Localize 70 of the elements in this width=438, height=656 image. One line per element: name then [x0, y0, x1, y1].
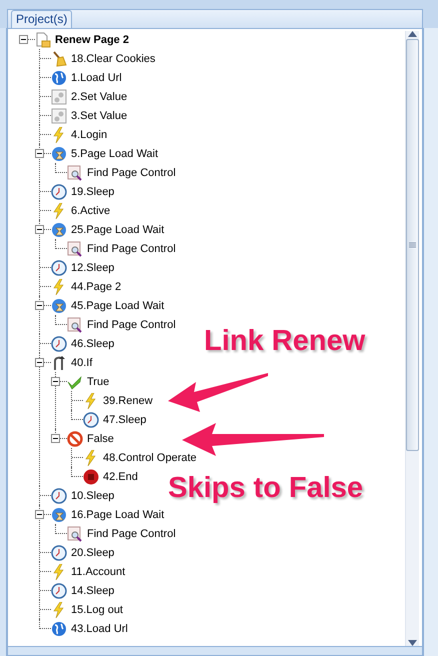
collapse-icon[interactable] [51, 377, 60, 386]
grip-icon [409, 242, 416, 248]
globe-hourglass-icon [51, 506, 67, 522]
tree-item[interactable]: 45.Page Load Wait [71, 300, 164, 312]
tree-item[interactable]: 43.Load Url [71, 622, 128, 634]
tree-item[interactable]: 14.Sleep [71, 584, 114, 596]
tree-item[interactable]: 39.Renew [103, 394, 153, 406]
clock-icon [51, 544, 67, 560]
annotation-text: Link Renew [204, 325, 366, 358]
tree-item[interactable]: Find Page Control [87, 242, 176, 254]
tree-item[interactable]: 11.Account [71, 566, 126, 578]
clock-icon [51, 488, 67, 504]
magnifier-page-icon [67, 316, 83, 332]
clock-icon [51, 184, 67, 200]
tree-item[interactable]: 46.Sleep [71, 338, 114, 350]
tree-item[interactable]: 19.Sleep [71, 186, 114, 198]
stop-icon [83, 468, 99, 484]
collapse-icon[interactable] [51, 434, 60, 443]
clock-icon [51, 260, 67, 276]
annotation-text: Skips to False [168, 472, 364, 505]
panel-tab[interactable]: Project(s) [11, 10, 72, 28]
branch-icon [51, 354, 67, 370]
collapse-icon[interactable] [35, 301, 44, 310]
tree-item[interactable]: 10.Sleep [71, 490, 114, 502]
tree-item[interactable]: False [87, 432, 114, 444]
clock-icon [83, 412, 99, 428]
tree-item[interactable]: Find Page Control [87, 166, 176, 178]
tree-item[interactable]: 3.Set Value [71, 110, 128, 122]
tree-item[interactable]: 2.Set Value [71, 90, 128, 102]
tree-item[interactable]: Find Page Control [87, 318, 176, 330]
gear-icon [51, 88, 67, 104]
globe-icon [51, 70, 67, 86]
clock-icon [51, 336, 67, 352]
tree-item[interactable]: 48.Control Operate [103, 452, 197, 464]
tree-item[interactable]: 1.Load Url [71, 72, 122, 84]
tree-item[interactable]: 15.Log out [71, 604, 123, 616]
prohibited-icon [67, 430, 83, 446]
scroll-up-icon[interactable] [408, 31, 417, 37]
globe-hourglass-icon [51, 222, 67, 238]
clock-icon [51, 582, 67, 598]
tree-item[interactable]: 42.End [103, 470, 138, 482]
tree-item[interactable]: Renew Page 2 [55, 34, 129, 46]
magnifier-page-icon [67, 164, 83, 180]
globe-hourglass-icon [51, 298, 67, 314]
tree-item[interactable]: True [87, 376, 110, 388]
collapse-icon[interactable] [35, 149, 44, 158]
tree-item[interactable]: 16.Page Load Wait [71, 508, 164, 520]
tree-item[interactable]: 25.Page Load Wait [71, 224, 164, 236]
tree-item[interactable]: 5.Page Load Wait [71, 148, 158, 160]
document-icon [35, 32, 51, 48]
tree-item[interactable]: 44.Page 2 [71, 280, 122, 292]
globe-icon [51, 620, 67, 636]
tree-item[interactable]: 20.Sleep [71, 546, 114, 558]
collapse-icon[interactable] [35, 358, 44, 367]
collapse-icon[interactable] [35, 225, 44, 234]
magnifier-page-icon [67, 240, 83, 256]
magnifier-page-icon [67, 526, 83, 542]
collapse-icon[interactable] [35, 510, 44, 519]
gear-icon [51, 108, 67, 124]
globe-hourglass-icon [51, 146, 67, 162]
checkmark-icon [67, 374, 83, 390]
tree-item[interactable]: 4.Login [71, 128, 108, 140]
tree-item[interactable]: 40.If [71, 356, 92, 368]
collapse-icon[interactable] [19, 35, 28, 44]
tree-item[interactable]: 18.Clear Cookies [71, 52, 156, 64]
tree-item[interactable]: 12.Sleep [71, 262, 114, 274]
broom-icon [51, 50, 67, 66]
tree-item[interactable]: Find Page Control [87, 528, 176, 540]
tree-item[interactable]: 6.Active [71, 204, 110, 216]
tree-item[interactable]: 47.Sleep [103, 414, 146, 426]
